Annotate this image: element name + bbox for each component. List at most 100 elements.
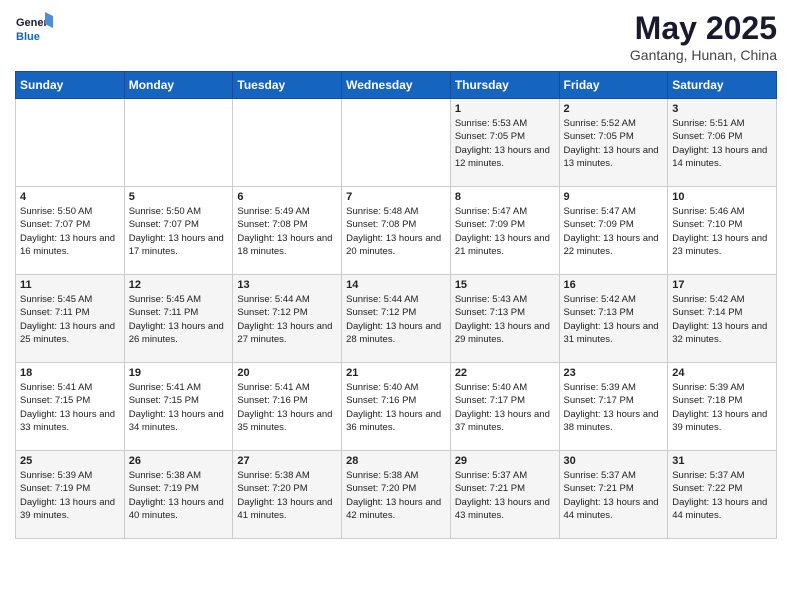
day-detail: Daylight: 13 hours and 34 minutes. [129, 408, 229, 435]
day-number: 4 [20, 191, 120, 203]
day-detail: Daylight: 13 hours and 41 minutes. [237, 496, 337, 523]
day-detail: Daylight: 13 hours and 31 minutes. [564, 320, 664, 347]
day-detail: Daylight: 13 hours and 36 minutes. [346, 408, 446, 435]
day-detail: Sunset: 7:13 PM [455, 306, 555, 319]
calendar-header: SundayMondayTuesdayWednesdayThursdayFrid… [16, 72, 777, 99]
day-detail: Sunset: 7:08 PM [237, 218, 337, 231]
page-header: General Blue May 2025 Gantang, Hunan, Ch… [15, 10, 777, 63]
day-detail: Sunrise: 5:42 AM [672, 293, 772, 306]
day-number: 18 [20, 367, 120, 379]
day-detail: Sunrise: 5:38 AM [129, 469, 229, 482]
calendar-body: 1Sunrise: 5:53 AMSunset: 7:05 PMDaylight… [16, 99, 777, 539]
calendar-cell: 23Sunrise: 5:39 AMSunset: 7:17 PMDayligh… [559, 363, 668, 451]
calendar-cell: 1Sunrise: 5:53 AMSunset: 7:05 PMDaylight… [450, 99, 559, 187]
day-detail: Sunset: 7:12 PM [346, 306, 446, 319]
day-detail: Sunset: 7:21 PM [564, 482, 664, 495]
day-detail: Sunset: 7:16 PM [346, 394, 446, 407]
day-detail: Daylight: 13 hours and 39 minutes. [20, 496, 120, 523]
header-day-thursday: Thursday [450, 72, 559, 99]
day-detail: Daylight: 13 hours and 39 minutes. [672, 408, 772, 435]
day-number: 24 [672, 367, 772, 379]
day-detail: Daylight: 13 hours and 18 minutes. [237, 232, 337, 259]
calendar-cell [342, 99, 451, 187]
day-detail: Daylight: 13 hours and 23 minutes. [672, 232, 772, 259]
day-detail: Sunset: 7:21 PM [455, 482, 555, 495]
day-detail: Daylight: 13 hours and 26 minutes. [129, 320, 229, 347]
day-detail: Sunset: 7:14 PM [672, 306, 772, 319]
day-detail: Daylight: 13 hours and 40 minutes. [129, 496, 229, 523]
day-detail: Sunrise: 5:50 AM [20, 205, 120, 218]
day-number: 19 [129, 367, 229, 379]
day-number: 15 [455, 279, 555, 291]
day-detail: Sunset: 7:19 PM [129, 482, 229, 495]
day-detail: Sunrise: 5:45 AM [129, 293, 229, 306]
calendar-week-row: 11Sunrise: 5:45 AMSunset: 7:11 PMDayligh… [16, 275, 777, 363]
day-detail: Daylight: 13 hours and 42 minutes. [346, 496, 446, 523]
day-detail: Sunset: 7:20 PM [237, 482, 337, 495]
day-number: 7 [346, 191, 446, 203]
day-detail: Sunset: 7:20 PM [346, 482, 446, 495]
day-detail: Daylight: 13 hours and 28 minutes. [346, 320, 446, 347]
day-detail: Sunrise: 5:44 AM [346, 293, 446, 306]
header-day-sunday: Sunday [16, 72, 125, 99]
day-detail: Sunset: 7:07 PM [20, 218, 120, 231]
day-detail: Daylight: 13 hours and 29 minutes. [455, 320, 555, 347]
day-number: 5 [129, 191, 229, 203]
day-detail: Daylight: 13 hours and 43 minutes. [455, 496, 555, 523]
calendar-cell: 25Sunrise: 5:39 AMSunset: 7:19 PMDayligh… [16, 451, 125, 539]
calendar-cell: 6 Sunrise: 5:49 AMSunset: 7:08 PMDaylight… [233, 187, 342, 275]
day-detail: Sunset: 7:11 PM [20, 306, 120, 319]
calendar-cell: 4 Sunrise: 5:50 AMSunset: 7:07 PMDaylight… [16, 187, 125, 275]
day-detail: Sunset: 7:17 PM [455, 394, 555, 407]
svg-text:Blue: Blue [16, 31, 40, 43]
day-number: 6 [237, 191, 337, 203]
calendar-cell: 14 Sunrise: 5:44 AMSunset: 7:12 PMDayligh… [342, 275, 451, 363]
day-detail: Sunrise: 5:46 AM [672, 205, 772, 218]
calendar-cell: 15Sunrise: 5:43 AMSunset: 7:13 PMDayligh… [450, 275, 559, 363]
day-detail: Sunrise: 5:42 AM [564, 293, 664, 306]
day-detail: Sunrise: 5:49 AM [237, 205, 337, 218]
calendar-cell: 19Sunrise: 5:41 AMSunset: 7:15 PMDayligh… [124, 363, 233, 451]
day-detail: Sunrise: 5:52 AM [564, 117, 664, 130]
day-number: 25 [20, 455, 120, 467]
header-row: SundayMondayTuesdayWednesdayThursdayFrid… [16, 72, 777, 99]
day-detail: Daylight: 13 hours and 44 minutes. [672, 496, 772, 523]
location-subtitle: Gantang, Hunan, China [630, 47, 777, 63]
day-detail: Daylight: 13 hours and 16 minutes. [20, 232, 120, 259]
calendar-week-row: 18Sunrise: 5:41 AMSunset: 7:15 PMDayligh… [16, 363, 777, 451]
day-detail: Daylight: 13 hours and 38 minutes. [564, 408, 664, 435]
day-detail: Sunset: 7:22 PM [672, 482, 772, 495]
day-detail: Sunrise: 5:53 AM [455, 117, 555, 130]
calendar-cell: 12Sunrise: 5:45 AMSunset: 7:11 PMDayligh… [124, 275, 233, 363]
day-detail: Sunrise: 5:47 AM [564, 205, 664, 218]
header-day-wednesday: Wednesday [342, 72, 451, 99]
calendar-table: SundayMondayTuesdayWednesdayThursdayFrid… [15, 71, 777, 539]
calendar-cell: 27Sunrise: 5:38 AMSunset: 7:20 PMDayligh… [233, 451, 342, 539]
calendar-cell: 5Sunrise: 5:50 AMSunset: 7:07 PMDaylight… [124, 187, 233, 275]
title-block: May 2025 Gantang, Hunan, China [630, 10, 777, 63]
header-day-friday: Friday [559, 72, 668, 99]
day-number: 12 [129, 279, 229, 291]
logo-svg: General Blue [15, 10, 53, 48]
calendar-cell: 26Sunrise: 5:38 AMSunset: 7:19 PMDayligh… [124, 451, 233, 539]
day-detail: Daylight: 13 hours and 21 minutes. [455, 232, 555, 259]
day-number: 13 [237, 279, 337, 291]
day-detail: Daylight: 13 hours and 13 minutes. [564, 144, 664, 171]
logo: General Blue [15, 10, 53, 48]
day-detail: Sunrise: 5:37 AM [672, 469, 772, 482]
calendar-week-row: 1Sunrise: 5:53 AMSunset: 7:05 PMDaylight… [16, 99, 777, 187]
day-number: 23 [564, 367, 664, 379]
day-detail: Sunset: 7:05 PM [564, 130, 664, 143]
header-day-saturday: Saturday [668, 72, 777, 99]
calendar-cell: 9Sunrise: 5:47 AMSunset: 7:09 PMDaylight… [559, 187, 668, 275]
day-detail: Sunset: 7:09 PM [564, 218, 664, 231]
day-detail: Sunset: 7:09 PM [455, 218, 555, 231]
day-detail: Sunset: 7:07 PM [129, 218, 229, 231]
calendar-cell: 11Sunrise: 5:45 AMSunset: 7:11 PMDayligh… [16, 275, 125, 363]
day-detail: Daylight: 13 hours and 33 minutes. [20, 408, 120, 435]
calendar-cell: 20Sunrise: 5:41 AMSunset: 7:16 PMDayligh… [233, 363, 342, 451]
day-detail: Sunrise: 5:45 AM [20, 293, 120, 306]
day-detail: Sunrise: 5:50 AM [129, 205, 229, 218]
day-detail: Daylight: 13 hours and 32 minutes. [672, 320, 772, 347]
day-number: 14 [346, 279, 446, 291]
